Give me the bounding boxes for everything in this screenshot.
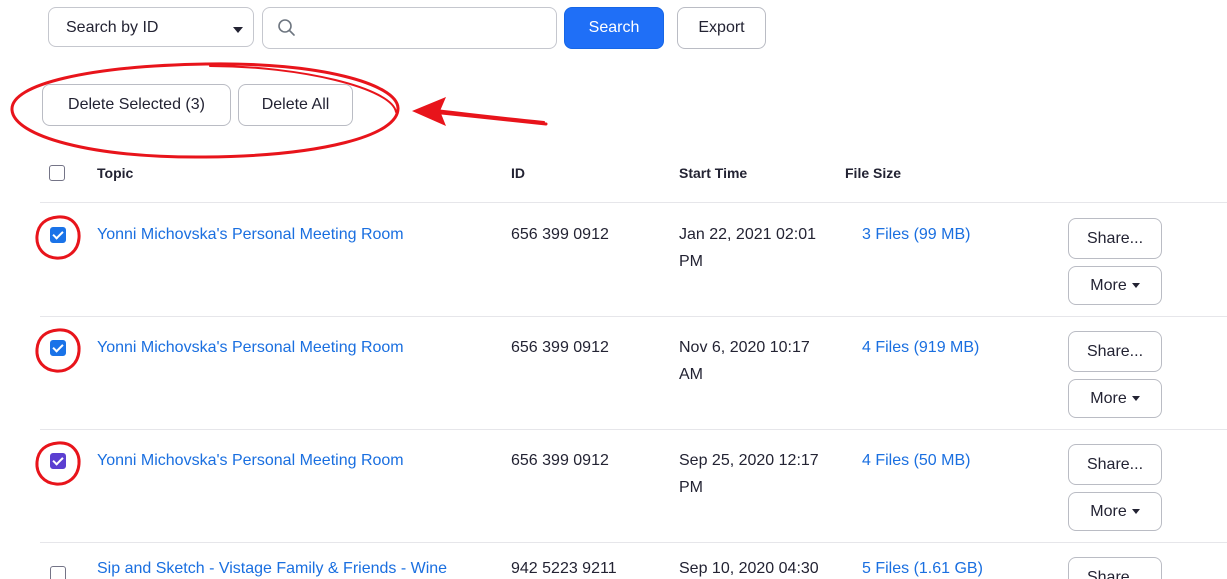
- start-time-date: Sep 25, 2020 12:17: [679, 452, 819, 469]
- delete-selected-button[interactable]: Delete Selected (3): [42, 84, 231, 126]
- more-label: More: [1090, 503, 1127, 520]
- meeting-topic-link[interactable]: Yonni Michovska's Personal Meeting Room: [97, 452, 404, 470]
- more-button[interactable]: More: [1068, 492, 1162, 531]
- annotation-arrow: [430, 110, 548, 126]
- table-row: Yonni Michovska's Personal Meeting Room …: [0, 316, 1227, 429]
- header-topic: Topic: [97, 165, 134, 181]
- search-icon: [278, 19, 295, 36]
- row-checkbox[interactable]: [50, 453, 66, 469]
- caret-down-icon: [1131, 283, 1140, 289]
- search-field[interactable]: [262, 7, 557, 49]
- meeting-id: 656 399 0912: [511, 226, 609, 243]
- more-label: More: [1090, 390, 1127, 407]
- export-button[interactable]: Export: [677, 7, 766, 49]
- meeting-id: 656 399 0912: [511, 339, 609, 356]
- chevron-down-icon: [233, 27, 243, 33]
- files-link[interactable]: 4 Files (50 MB): [862, 452, 970, 470]
- share-button[interactable]: Share...: [1068, 218, 1162, 259]
- caret-down-icon: [1131, 509, 1140, 515]
- search-button[interactable]: Search: [564, 7, 664, 49]
- files-link[interactable]: 3 Files (99 MB): [862, 226, 970, 244]
- start-time-period: PM: [679, 253, 703, 270]
- table-row: Yonni Michovska's Personal Meeting Room …: [0, 429, 1227, 542]
- start-time-date: Jan 22, 2021 02:01: [679, 226, 817, 243]
- caret-down-icon: [1131, 396, 1140, 402]
- header-start-time: Start Time: [679, 165, 748, 181]
- share-button[interactable]: Share...: [1068, 444, 1162, 485]
- more-button[interactable]: More: [1068, 266, 1162, 305]
- row-checkbox[interactable]: [50, 227, 66, 243]
- meeting-topic-link[interactable]: Yonni Michovska's Personal Meeting Room: [97, 339, 404, 357]
- meeting-id: 942 5223 9211: [511, 560, 617, 577]
- table-row: Sip and Sketch - Vistage Family & Friend…: [0, 542, 1227, 579]
- start-time-date: Sep 10, 2020 04:30: [679, 560, 819, 577]
- meeting-topic-link[interactable]: Yonni Michovska's Personal Meeting Room: [97, 226, 404, 244]
- select-all-checkbox[interactable]: [49, 165, 65, 181]
- search-by-select[interactable]: Search by ID: [48, 7, 254, 47]
- meeting-topic-link[interactable]: Sip and Sketch - Vistage Family & Friend…: [97, 560, 447, 578]
- files-link[interactable]: 5 Files (1.61 GB): [862, 560, 983, 578]
- files-link[interactable]: 4 Files (919 MB): [862, 339, 979, 357]
- more-label: More: [1090, 277, 1127, 294]
- row-checkbox[interactable]: [50, 340, 66, 356]
- share-button[interactable]: Share...: [1068, 331, 1162, 372]
- annotation-arrowhead: [412, 97, 446, 126]
- start-time-date: Nov 6, 2020 10:17: [679, 339, 810, 356]
- more-button[interactable]: More: [1068, 379, 1162, 418]
- header-id: ID: [511, 165, 525, 181]
- row-checkbox[interactable]: [50, 566, 66, 579]
- search-input[interactable]: [305, 14, 549, 44]
- delete-all-button[interactable]: Delete All: [238, 84, 353, 126]
- meeting-id: 656 399 0912: [511, 452, 609, 469]
- start-time-period: PM: [679, 479, 703, 496]
- search-by-label: Search by ID: [66, 19, 159, 36]
- start-time-period: AM: [679, 366, 703, 383]
- header-file-size: File Size: [845, 165, 902, 181]
- share-button[interactable]: Share...: [1068, 557, 1162, 579]
- table-row: Yonni Michovska's Personal Meeting Room …: [0, 203, 1227, 316]
